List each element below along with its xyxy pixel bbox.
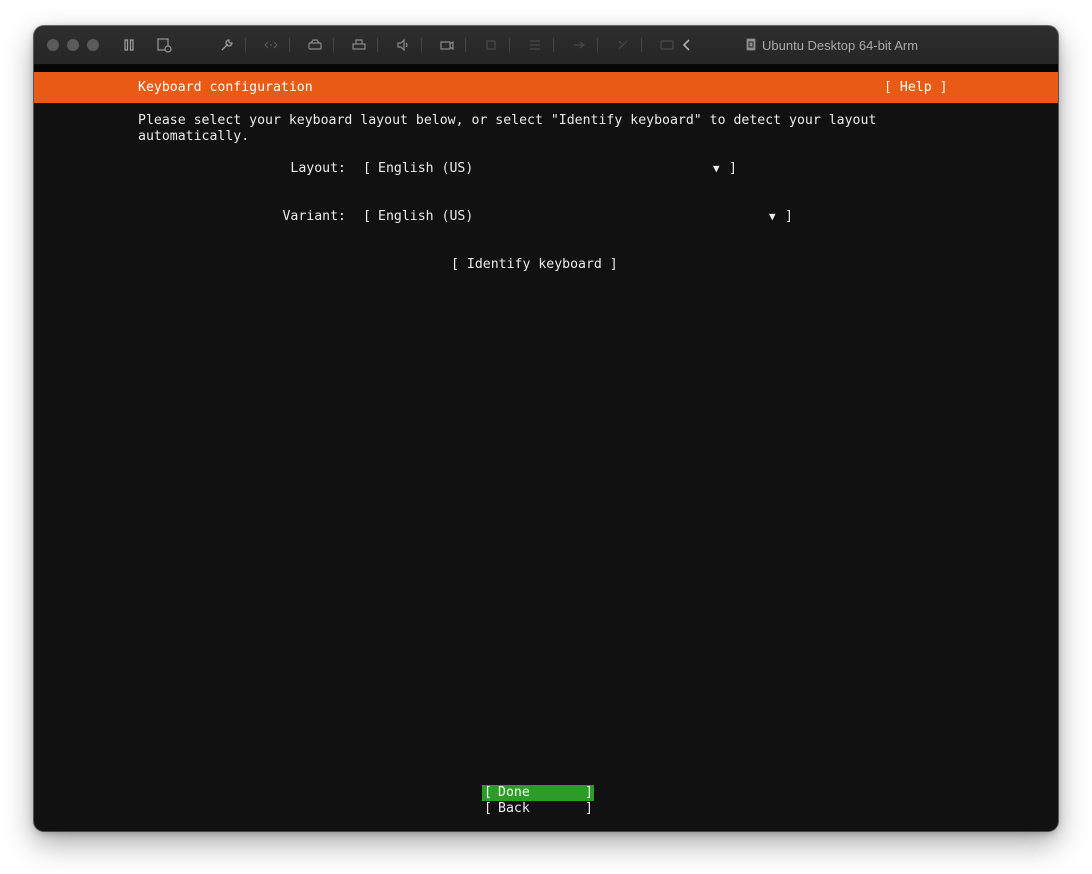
- toolbar-separator: [553, 38, 554, 52]
- usb-icon[interactable]: [482, 36, 500, 54]
- back-open-bracket: [: [484, 801, 492, 816]
- intro-text-line-2: automatically.: [138, 129, 250, 144]
- layout-select-close-bracket: ]: [729, 161, 737, 176]
- settings-wrench-icon[interactable]: [218, 36, 236, 54]
- intro-text-line-1: Please select your keyboard layout below…: [138, 113, 877, 128]
- variant-select-value: English (US): [378, 209, 474, 224]
- toolbar-separator: [641, 38, 642, 52]
- back-close-bracket: ]: [585, 801, 593, 816]
- variant-select-close-bracket: ]: [785, 209, 793, 224]
- spacer-icon: [190, 36, 208, 54]
- disk-icon[interactable]: [306, 36, 324, 54]
- close-window-button[interactable]: [47, 39, 59, 51]
- pause-icon[interactable]: [120, 36, 138, 54]
- shared-folders-icon[interactable]: [526, 36, 544, 54]
- toolbar-separator: [509, 38, 510, 52]
- installer-terminal: Keyboard configuration [ Help ] Please s…: [34, 72, 1058, 831]
- display-icon[interactable]: [614, 36, 632, 54]
- installer-header: Keyboard configuration [ Help ]: [34, 72, 1058, 103]
- layout-dropdown-arrow-icon[interactable]: ▼: [713, 161, 720, 177]
- toolbar-separator: [245, 38, 246, 52]
- toolbar-separator: [333, 38, 334, 52]
- toolbar-separator: [597, 38, 598, 52]
- traffic-lights: [47, 39, 99, 51]
- toolbar-separator: [465, 38, 466, 52]
- window-title-text: Ubuntu Desktop 64-bit Arm: [762, 37, 919, 53]
- done-button[interactable]: [ Done ]: [482, 785, 594, 801]
- sound-icon[interactable]: [394, 36, 412, 54]
- printer-icon[interactable]: [350, 36, 368, 54]
- screen-icon[interactable]: [658, 36, 676, 54]
- titlebar-shadow: [34, 65, 1058, 72]
- snapshot-icon[interactable]: [155, 36, 173, 54]
- variant-dropdown-arrow-icon[interactable]: ▼: [769, 209, 776, 225]
- toolbar-separator: [377, 38, 378, 52]
- minimize-window-button[interactable]: [67, 39, 79, 51]
- identify-keyboard-button[interactable]: [ Identify keyboard ]: [451, 257, 618, 273]
- layout-label: Layout:: [290, 161, 346, 176]
- network-icon[interactable]: [262, 36, 280, 54]
- vm-window: Ubuntu Desktop 64-bit Arm Keyboard confi…: [34, 26, 1058, 831]
- variant-label: Variant:: [282, 209, 346, 224]
- done-label: Done: [498, 785, 530, 800]
- vm-toolbar: [120, 36, 713, 54]
- done-close-bracket: ]: [585, 785, 593, 800]
- back-button[interactable]: [ Back ]: [482, 801, 594, 817]
- layout-select-value: English (US): [378, 161, 474, 176]
- collapse-chevron-icon[interactable]: [678, 36, 696, 54]
- bluetooth-icon[interactable]: [570, 36, 588, 54]
- document-icon: [746, 36, 756, 55]
- help-button[interactable]: [ Help ]: [884, 80, 948, 96]
- toolbar-separator: [421, 38, 422, 52]
- back-label: Back: [498, 801, 530, 816]
- window-titlebar: Ubuntu Desktop 64-bit Arm: [34, 26, 1058, 65]
- toolbar-separator: [289, 38, 290, 52]
- camera-icon[interactable]: [438, 36, 456, 54]
- window-title: Ubuntu Desktop 64-bit Arm: [746, 37, 918, 53]
- variant-select-open-bracket: [: [363, 209, 371, 224]
- zoom-window-button[interactable]: [87, 39, 99, 51]
- layout-select-open-bracket: [: [363, 161, 371, 176]
- page-title: Keyboard configuration: [138, 80, 313, 95]
- done-open-bracket: [: [484, 785, 492, 800]
